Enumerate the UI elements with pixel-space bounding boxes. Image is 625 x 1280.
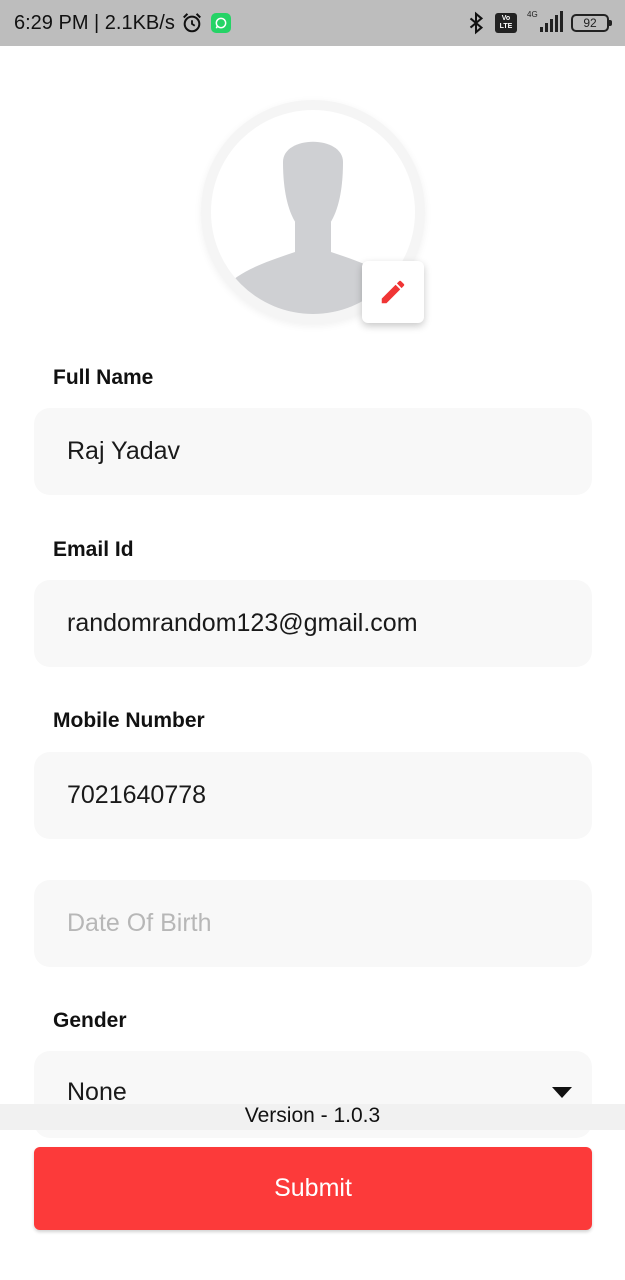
battery-icon: 92 — [571, 14, 612, 32]
submit-button[interactable]: Submit — [34, 1147, 592, 1230]
dob-input[interactable] — [34, 880, 592, 967]
volte-bottom-text: LTE — [499, 23, 513, 30]
volte-icon: Vo LTE — [495, 13, 517, 33]
status-bar: 6:29 PM | 2.1KB/s Vo LTE 4G 92 — [0, 0, 625, 46]
full-name-input[interactable] — [34, 408, 592, 495]
gender-selected-value: None — [67, 1078, 127, 1106]
signal-icon: 4G — [525, 10, 563, 36]
alarm-icon — [182, 13, 201, 33]
gender-label: Gender — [53, 1009, 127, 1032]
bluetooth-icon — [469, 11, 484, 35]
pencil-icon — [381, 280, 405, 304]
status-right: Vo LTE 4G 92 — [465, 0, 612, 46]
edit-photo-button[interactable] — [362, 261, 424, 323]
dropdown-caret-icon — [552, 1087, 572, 1098]
whatsapp-icon — [210, 13, 231, 33]
email-label: Email Id — [53, 538, 134, 561]
email-input[interactable] — [34, 580, 592, 667]
status-time-speed: 6:29 PM | 2.1KB/s — [14, 11, 175, 34]
mobile-input[interactable] — [34, 752, 592, 839]
volte-top-text: Vo — [501, 15, 511, 22]
full-name-label: Full Name — [53, 366, 154, 389]
status-left: 6:29 PM | 2.1KB/s — [14, 0, 231, 46]
version-text: Version - 1.0.3 — [244, 1104, 381, 1127]
battery-level: 92 — [583, 16, 597, 30]
mobile-label: Mobile Number — [53, 709, 205, 732]
network-type: 4G — [527, 10, 538, 19]
